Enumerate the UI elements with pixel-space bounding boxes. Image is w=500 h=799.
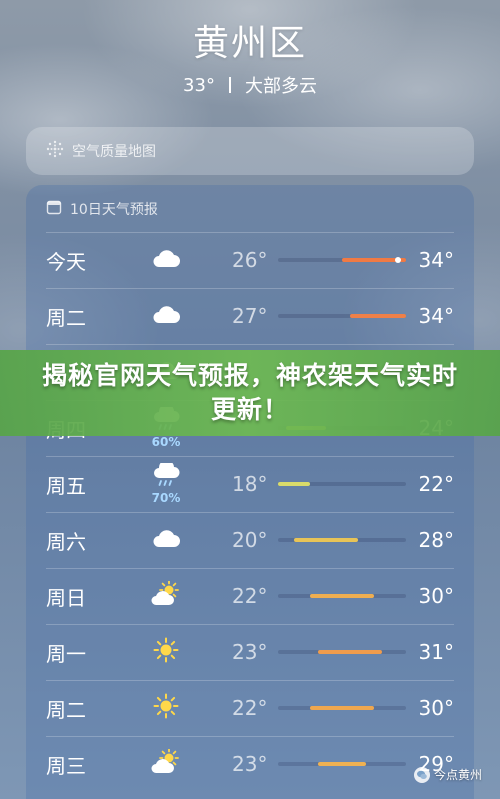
forecast-row[interactable]: 周三 23° 29° xyxy=(26,736,474,792)
sun-icon xyxy=(153,637,179,667)
forecast-day-label: 周三 xyxy=(46,753,86,778)
location-header: 黄州区 33° 大部多云 xyxy=(0,14,500,98)
forecast-row[interactable]: 周五 70% 18° 22° xyxy=(26,456,474,512)
current-condition: 大部多云 xyxy=(244,76,317,97)
weather-icon-wrap xyxy=(144,294,188,338)
high-temperature: 30° xyxy=(418,696,454,720)
aqi-dots-icon xyxy=(46,140,64,162)
forecast-row[interactable]: 周一 23° 31° xyxy=(26,624,474,680)
sun-icon xyxy=(153,693,179,723)
forecast-day-label: 周六 xyxy=(46,529,86,554)
cloud-icon xyxy=(151,247,181,273)
weather-icon-wrap xyxy=(144,518,188,562)
headline-text: 揭秘官网天气预报，神农架天气实时更新！ xyxy=(41,361,458,424)
calendar-icon xyxy=(46,199,62,219)
weather-icon-wrap xyxy=(144,238,188,282)
city-name: 黄州区 xyxy=(192,23,307,64)
high-temperature: 34° xyxy=(418,304,454,328)
forecast-row[interactable]: 周二 27° 34° xyxy=(26,288,474,344)
temperature-range-track xyxy=(278,594,406,598)
low-temperature: 23° xyxy=(232,752,268,776)
rain-cloud-icon xyxy=(151,459,181,493)
headline-banner: 揭秘官网天气预报，神农架天气实时更新！ xyxy=(0,350,500,436)
forecast-day-label: 周日 xyxy=(46,585,86,610)
forecast-row[interactable]: 周日 22° 30° xyxy=(26,568,474,624)
temperature-range-bar xyxy=(310,706,374,710)
weather-icon-wrap xyxy=(144,742,188,786)
forecast-row[interactable]: 周六 20° 28° xyxy=(26,512,474,568)
temperature-range-bar xyxy=(318,650,382,654)
forecast-header: 10日天气预报 xyxy=(46,199,158,219)
weather-icon-wrap xyxy=(144,686,188,730)
high-temperature: 30° xyxy=(418,584,454,608)
temperature-range-track xyxy=(278,257,406,263)
forecast-day-label: 周五 xyxy=(46,473,86,498)
weather-icon-wrap xyxy=(144,630,188,674)
low-temperature: 20° xyxy=(232,528,268,552)
current-temperature-dot xyxy=(395,257,401,263)
temperature-range-track xyxy=(278,482,406,486)
temperature-range-track xyxy=(278,650,406,654)
wechat-logo-icon xyxy=(413,766,430,783)
current-summary: 33° 大部多云 xyxy=(0,72,500,98)
partly-sunny-icon xyxy=(150,580,182,611)
precipitation-chance: 70% xyxy=(151,491,181,505)
forecast-day-label: 周二 xyxy=(46,697,86,722)
forecast-row[interactable]: 今天 26° 34° xyxy=(26,232,474,288)
temperature-range-bar xyxy=(294,538,358,542)
forecast-day-label: 周一 xyxy=(46,641,86,666)
low-temperature: 26° xyxy=(232,248,268,272)
weather-icon-wrap: 70% xyxy=(144,459,188,506)
temperature-range-track xyxy=(278,314,406,318)
forecast-day-label: 周二 xyxy=(46,305,86,330)
forecast-day-label: 今天 xyxy=(46,249,86,274)
temperature-range-track xyxy=(278,762,406,766)
high-temperature: 28° xyxy=(418,528,454,552)
low-temperature: 22° xyxy=(232,696,268,720)
low-temperature: 18° xyxy=(232,472,268,496)
watermark-text: 今点黄州 xyxy=(433,768,482,782)
cloud-icon xyxy=(151,527,181,553)
temperature-range-bar xyxy=(278,482,310,486)
high-temperature: 31° xyxy=(418,640,454,664)
low-temperature: 23° xyxy=(232,640,268,664)
low-temperature: 22° xyxy=(232,584,268,608)
low-temperature: 27° xyxy=(232,304,268,328)
high-temperature: 22° xyxy=(418,472,454,496)
summary-divider xyxy=(228,77,231,93)
temperature-range-track xyxy=(278,706,406,710)
temperature-range-bar xyxy=(310,594,374,598)
temperature-range-bar xyxy=(318,762,366,766)
partly-sunny-icon xyxy=(150,748,182,779)
weather-icon-wrap xyxy=(144,574,188,618)
cloud-icon xyxy=(151,303,181,329)
current-temperature: 33° xyxy=(183,74,215,96)
air-quality-map-card[interactable]: 空气质量地图 xyxy=(26,127,474,175)
watermark: 今点黄州 xyxy=(413,766,482,783)
air-quality-map-label: 空气质量地图 xyxy=(72,144,156,160)
high-temperature: 34° xyxy=(418,248,454,272)
forecast-row[interactable]: 周二 22° 30° xyxy=(26,680,474,736)
forecast-title: 10日天气预报 xyxy=(70,202,158,218)
ten-day-forecast-card[interactable]: 10日天气预报 今天 26° 34° 周二 27° 34° 周三 xyxy=(26,185,474,799)
precipitation-chance: 60% xyxy=(151,435,181,449)
temperature-range-bar xyxy=(350,314,406,318)
temperature-range-track xyxy=(278,538,406,542)
